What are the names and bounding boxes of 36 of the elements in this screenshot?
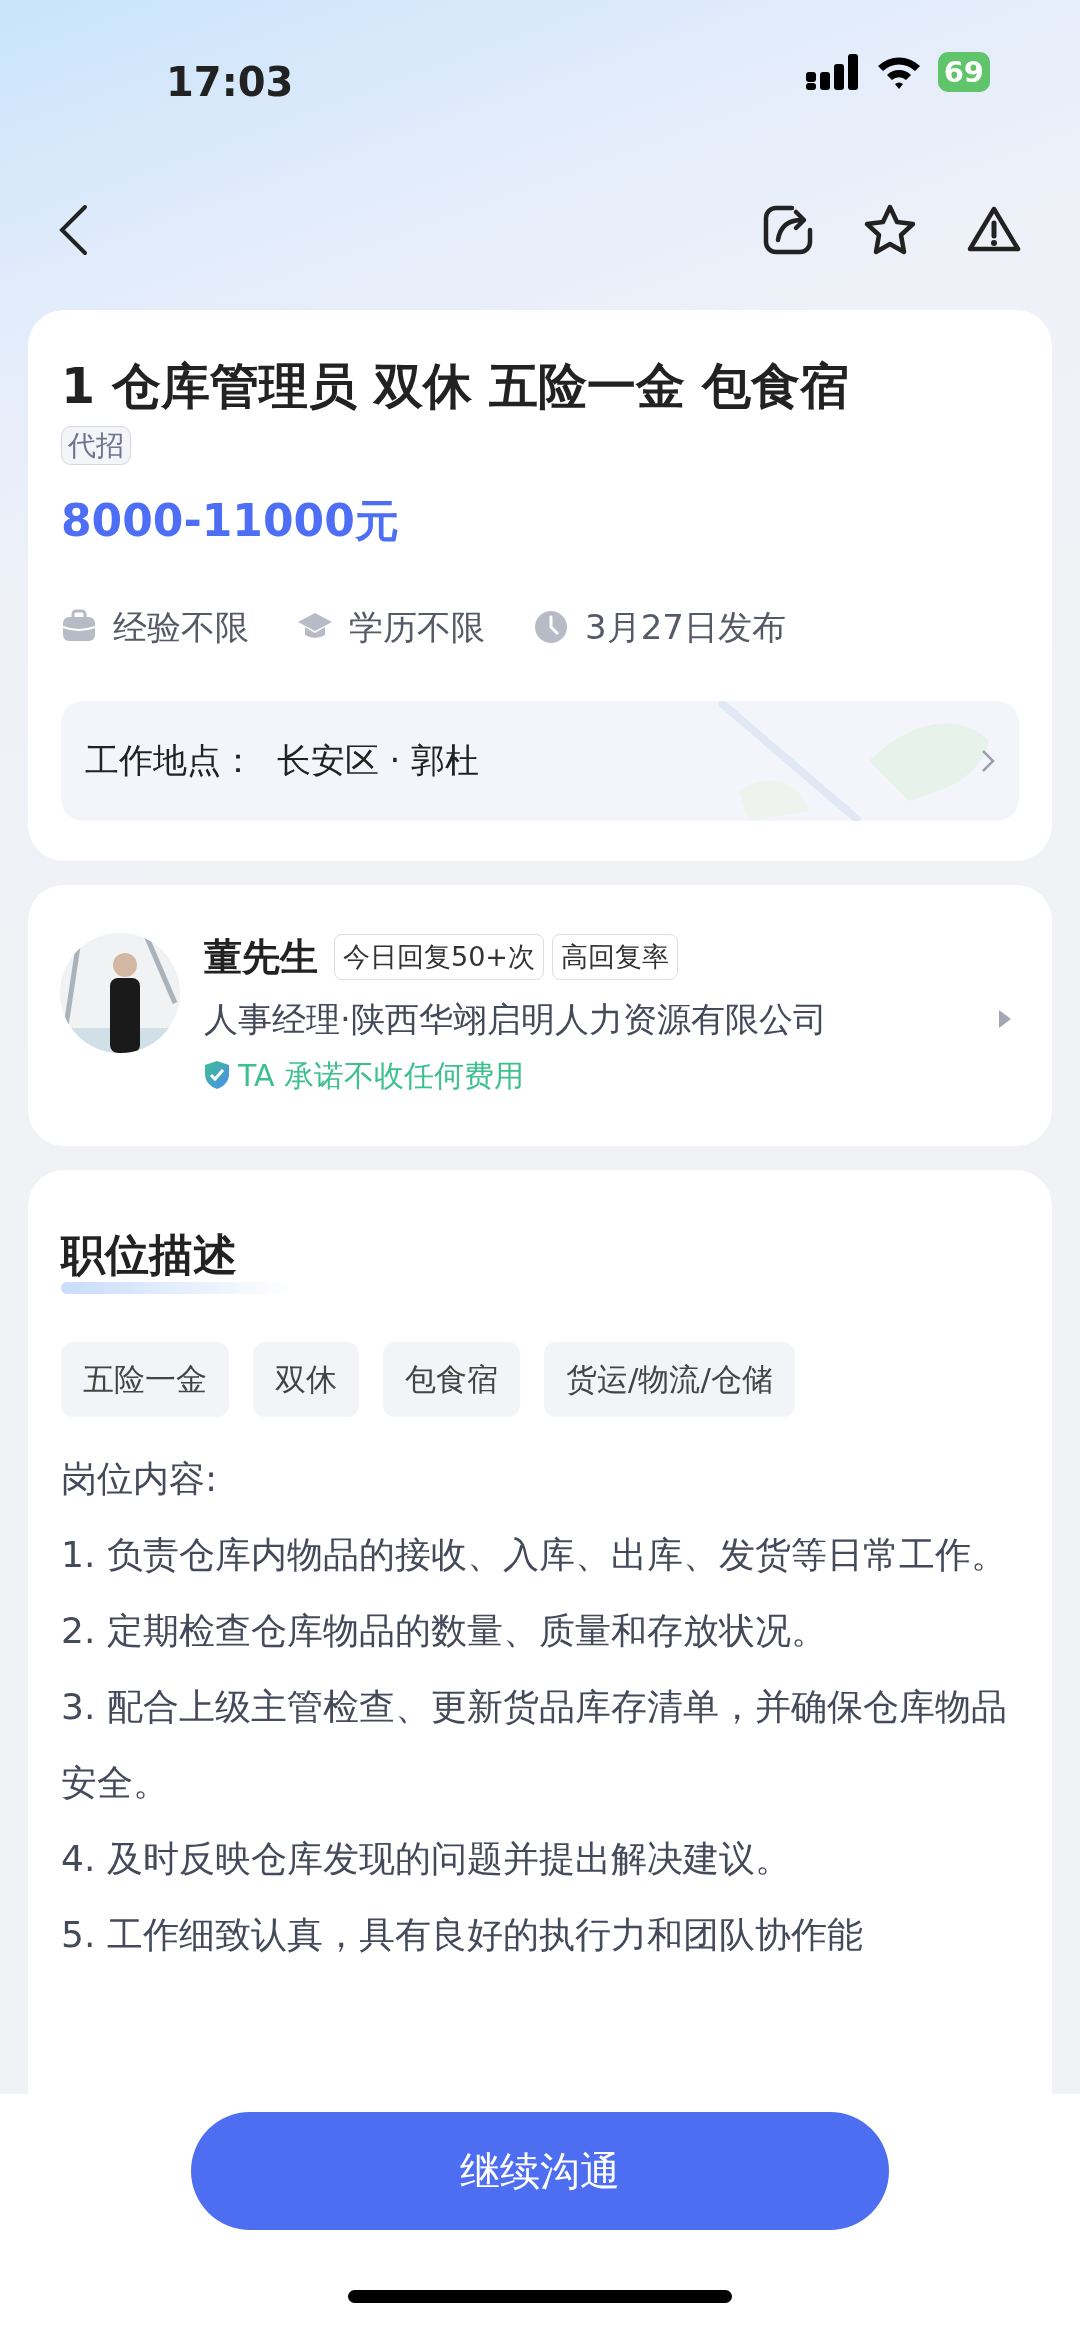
continue-chat-button[interactable]: 继续沟通 bbox=[191, 2112, 889, 2230]
recruiter-company: 人事经理·陕西华翊启明人力资源有限公司 bbox=[204, 997, 827, 1041]
description-text: 5. 工作细致认真，具有良好的执行力和团队协作能 bbox=[61, 1912, 864, 1957]
benefit-tag: 五险一金 bbox=[61, 1342, 229, 1417]
description-text: 1. 负责仓库内物品的接收、入库、出库、发货等日常工作。 bbox=[61, 1532, 1008, 1577]
location-row[interactable]: 工作地点： 长安区 · 郭杜 bbox=[61, 700, 1019, 821]
status-time: 17:03 bbox=[166, 58, 294, 107]
description-text: 岗位内容: bbox=[61, 1456, 219, 1501]
recruit-tag: 代招 bbox=[61, 425, 131, 465]
work-location: 工作地点： 长安区 · 郭杜 bbox=[85, 739, 480, 782]
recruiter-badge: 高回复率 bbox=[552, 933, 678, 981]
benefit-tag: 包食宿 bbox=[383, 1342, 520, 1417]
share-icon[interactable] bbox=[762, 204, 814, 256]
battery-level: 69 bbox=[937, 52, 990, 92]
recruiter-badge: 今日回复50+次 bbox=[334, 933, 544, 981]
salary-text: 8000-11000元 bbox=[61, 493, 400, 548]
recruiter-name: 董先生 bbox=[204, 933, 318, 981]
recruiter-card[interactable]: 董先生 今日回复50+次 高回复率 人事经理·陕西华翊启明人力资源有限公司 TA 承诺不收任何费用 bbox=[28, 884, 1052, 1146]
benefit-tag: 双休 bbox=[253, 1342, 359, 1417]
description-text: 3. 配合上级主管检查、更新货品库存清单，并确保仓库物品安全。 bbox=[61, 1684, 1008, 1805]
meta-text: 学历不限 bbox=[349, 605, 485, 649]
clock-icon bbox=[533, 609, 569, 645]
description-text: 2. 定期检查仓库物品的数量、质量和存放状况。 bbox=[61, 1608, 828, 1653]
description-text: 4. 及时反映仓库发现的问题并提出解决建议。 bbox=[61, 1836, 792, 1881]
benefit-tag: 货运/物流/仓储 bbox=[544, 1342, 795, 1417]
no-fee-promise: TA 承诺不收任何费用 bbox=[238, 1056, 525, 1095]
meta-text: 经验不限 bbox=[113, 605, 249, 649]
section-heading: 职位描述 bbox=[61, 1229, 237, 1281]
shield-check-icon bbox=[204, 1060, 230, 1090]
back-icon[interactable] bbox=[58, 204, 88, 256]
job-title: 1 仓库管理员 双休 五险一金 包食宿 bbox=[61, 357, 851, 417]
caret-right-icon bbox=[998, 1009, 1012, 1029]
chevron-right-icon bbox=[981, 748, 995, 773]
meta-text: 3月27日发布 bbox=[585, 605, 786, 649]
signal-icon bbox=[805, 54, 860, 90]
star-icon[interactable] bbox=[862, 203, 918, 257]
